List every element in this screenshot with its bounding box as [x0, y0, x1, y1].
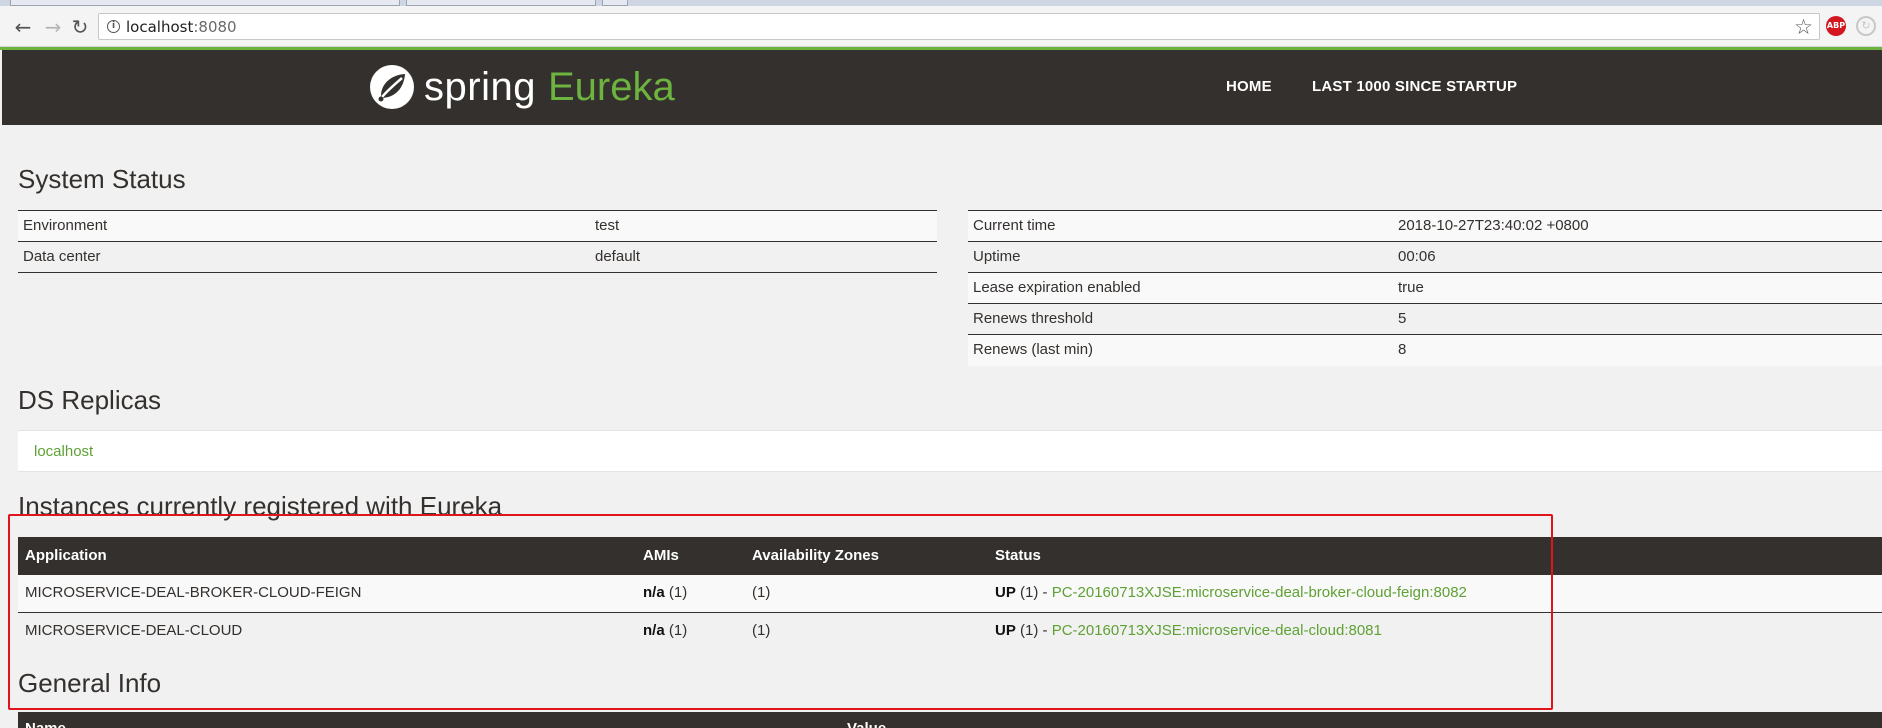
column-header-zones: Availability Zones [745, 537, 988, 575]
status-value: 5 [1393, 303, 1882, 335]
status-key: Renews (last min) [968, 334, 1393, 366]
status-value: 00:06 [1393, 241, 1882, 273]
arrow-left-icon: ← [14, 15, 32, 39]
status-cell: UP (1) - PC-20160713XJSE:microservice-de… [988, 612, 1882, 649]
status-value: UP [995, 584, 1016, 602]
instance-link[interactable]: PC-20160713XJSE:microservice-deal-broker… [1052, 584, 1467, 601]
status-value: test [590, 210, 937, 242]
ami-count: (1) [664, 621, 688, 639]
general-info-table-header: Name Value [18, 712, 1882, 728]
info-icon[interactable]: i [107, 20, 120, 33]
zones-cell: (1) [745, 612, 988, 649]
ami-cell: n/a (1) [636, 575, 745, 613]
ami-value: n/a [643, 584, 665, 602]
status-key: Renews threshold [968, 303, 1393, 335]
url-text[interactable]: localhost:8080 [126, 18, 237, 36]
general-info-heading: General Info [18, 668, 162, 698]
application-name: MICROSERVICE-DEAL-BROKER-CLOUD-FEIGN [18, 575, 636, 613]
instance-link[interactable]: PC-20160713XJSE:microservice-deal-cloud:… [1052, 622, 1382, 639]
nav-home-link[interactable]: HOME [1226, 78, 1272, 96]
system-status-left-table: Environment test Data center default [18, 210, 937, 273]
table-row: Renews threshold 5 [968, 303, 1882, 335]
brand-spring: spring [424, 65, 536, 109]
table-row: Data center default [18, 241, 937, 273]
spring-eureka-logo[interactable]: spring Eureka [368, 61, 675, 113]
table-row: MICROSERVICE-DEAL-CLOUD n/a (1) (1) UP (… [18, 612, 1882, 649]
star-icon[interactable]: ☆ [1794, 15, 1813, 39]
status-key: Uptime [968, 241, 1393, 273]
url-host: localhost [126, 18, 194, 36]
nav-last1000-link[interactable]: LAST 1000 SINCE STARTUP [1312, 78, 1517, 96]
address-bar[interactable]: i localhost:8080 ☆ [98, 13, 1820, 40]
instances-heading: Instances currently registered with Eure… [18, 491, 503, 521]
instances-table: Application AMIs Availability Zones Stat… [18, 537, 1882, 649]
status-key: Lease expiration enabled [968, 272, 1393, 304]
table-row: MICROSERVICE-DEAL-BROKER-CLOUD-FEIGN n/a… [18, 575, 1882, 613]
status-cell: UP (1) - PC-20160713XJSE:microservice-de… [988, 575, 1882, 613]
ami-value: n/a [643, 621, 665, 639]
table-row: Environment test [18, 210, 937, 242]
browser-toolbar: ← → ↻ i localhost:8080 ☆ ABP ↻ [0, 6, 1882, 47]
ds-replicas-heading: DS Replicas [18, 385, 162, 415]
extension-icon[interactable]: ↻ [1856, 16, 1876, 36]
column-header-application: Application [18, 537, 636, 575]
status-value: true [1393, 272, 1882, 304]
table-row: Current time 2018-10-27T23:40:02 +0800 [968, 210, 1882, 242]
spring-leaf-icon [370, 65, 414, 109]
table-row: Uptime 00:06 [968, 241, 1882, 273]
ami-cell: n/a (1) [636, 612, 745, 649]
ds-replicas-list: localhost [18, 430, 1882, 472]
system-status-heading: System Status [18, 164, 186, 194]
column-header-value: Value [847, 720, 886, 728]
table-header-row: Application AMIs Availability Zones Stat… [18, 537, 1882, 575]
table-row: Renews (last min) 8 [968, 334, 1882, 366]
application-name: MICROSERVICE-DEAL-CLOUD [18, 612, 636, 649]
navbar: spring Eureka HOME LAST 1000 SINCE START… [2, 50, 1882, 125]
back-button[interactable]: ← [11, 15, 35, 39]
column-header-amis: AMIs [636, 537, 745, 575]
reload-icon: ↻ [71, 15, 89, 39]
ami-count: (1) [664, 584, 688, 602]
arrow-right-icon: → [44, 15, 62, 39]
status-key: Current time [968, 210, 1393, 242]
status-count: (1) - [1015, 584, 1052, 602]
status-value: UP [995, 621, 1016, 639]
url-port: :8080 [193, 18, 237, 36]
table-row: Lease expiration enabled true [968, 272, 1882, 304]
adblock-icon[interactable]: ABP [1826, 16, 1846, 36]
brand-eureka: Eureka [547, 65, 675, 109]
status-key: Data center [18, 241, 590, 273]
forward-button[interactable]: → [41, 15, 65, 39]
replica-link-localhost[interactable]: localhost [34, 443, 93, 461]
status-value: 8 [1393, 334, 1882, 366]
status-value: 2018-10-27T23:40:02 +0800 [1393, 210, 1882, 242]
status-key: Environment [18, 210, 590, 242]
zones-cell: (1) [745, 575, 988, 613]
status-count: (1) - [1015, 621, 1052, 639]
reload-button[interactable]: ↻ [68, 15, 92, 39]
column-header-name: Name [25, 720, 66, 728]
column-header-status: Status [988, 537, 1882, 575]
system-status-right-table: Current time 2018-10-27T23:40:02 +0800 U… [968, 210, 1882, 366]
status-value: default [590, 241, 937, 273]
